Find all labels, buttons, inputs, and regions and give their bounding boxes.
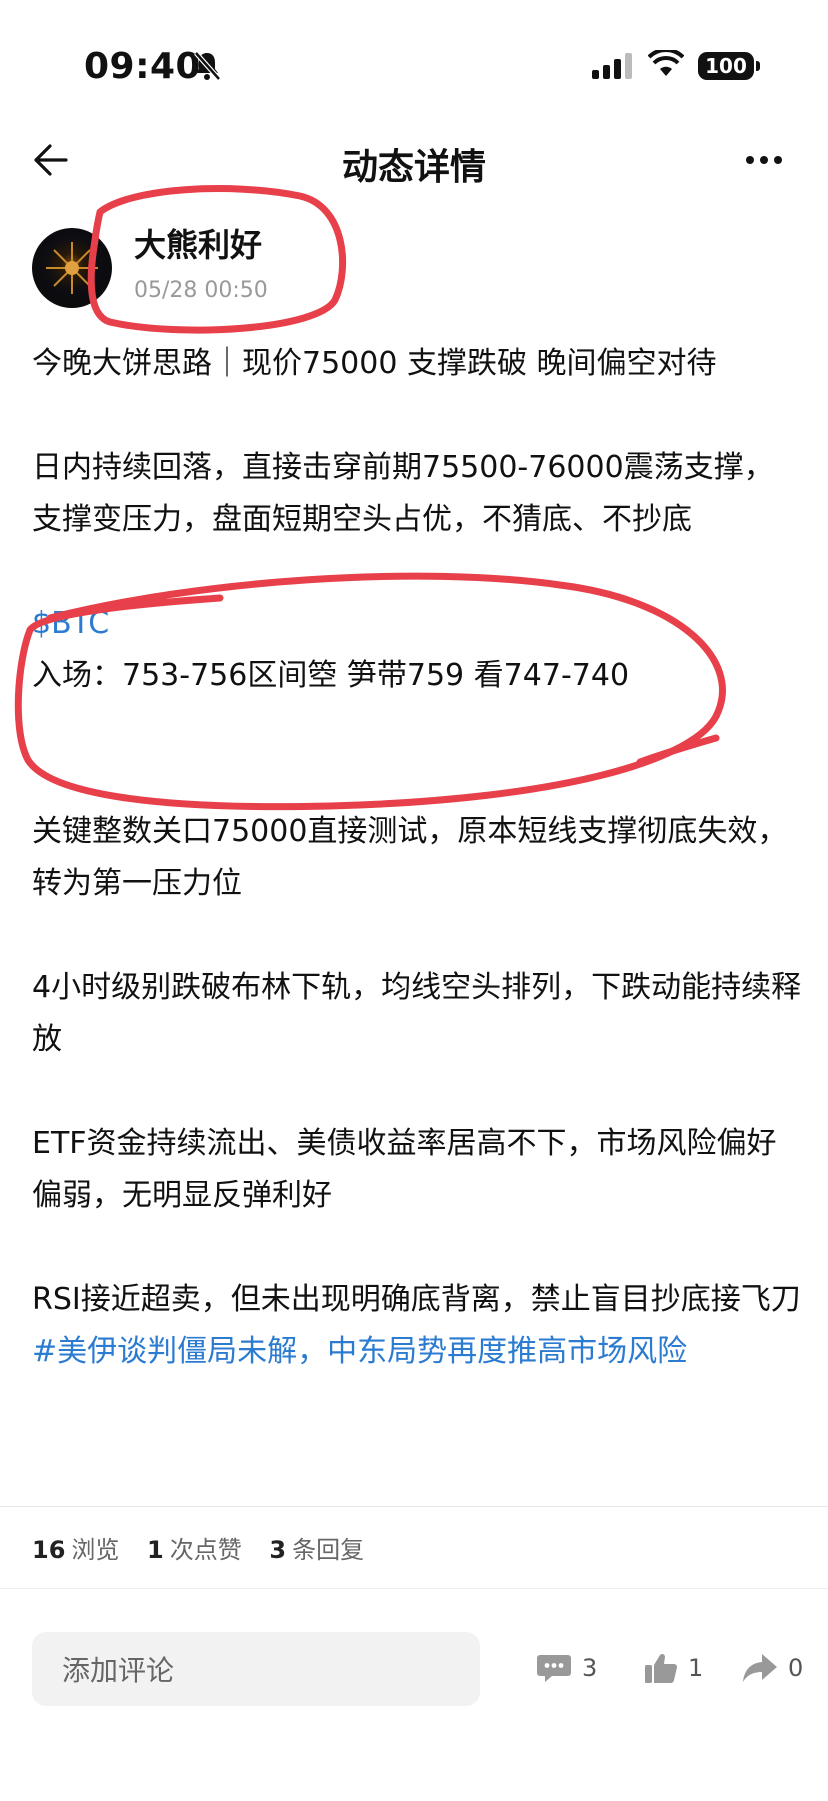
hashtag-link[interactable]: #美伊谈判僵局未解，中东局势再度推高市场风险 — [32, 1334, 687, 1369]
avatar[interactable] — [32, 228, 112, 308]
entry-text: 入场：753-756区间箜 笋带759 看747-740 — [32, 658, 630, 693]
like-button[interactable]: 1 — [644, 1652, 703, 1684]
comment-count: 3 — [582, 1654, 598, 1682]
replies-count: 3 — [269, 1536, 287, 1564]
comment-button[interactable]: 3 — [536, 1652, 597, 1684]
comment-placeholder: 添加评论 — [62, 1654, 175, 1687]
avatar-emblem-icon — [46, 242, 98, 294]
post-text: RSI接近超卖，但未出现明确底背离，禁止盲目抄底接飞刀 — [32, 1282, 801, 1317]
post-paragraph: 日内持续回落，直接击穿前期75500-76000震荡支撑，支撑变压力，盘面短期空… — [32, 450, 774, 537]
post-paragraph: RSI接近超卖，但未出现明确底背离，禁止盲目抄底接飞刀 #美伊谈判僵局未解，中东局… — [32, 1274, 802, 1378]
more-options-icon[interactable] — [744, 154, 784, 166]
views-label: 浏览 — [71, 1536, 120, 1564]
post-content: 今晚大饼思路｜现价75000 支撑跌破 晚间偏空对待 日内持续回落，直接击穿前期… — [32, 338, 802, 1378]
post-stats: 16 浏览 1 次点赞 3 条回复 — [32, 1530, 384, 1565]
bell-muted-icon — [194, 51, 221, 81]
signal-icon — [592, 53, 632, 79]
status-time: 09:40 — [84, 46, 202, 87]
post-paragraph: 关键整数关口75000直接测试，原本短线支撑彻底失效，转为第一压力位 — [32, 814, 788, 901]
views-count: 16 — [32, 1536, 66, 1564]
like-count: 1 — [688, 1654, 704, 1682]
author-name[interactable]: 大熊利好 — [134, 220, 262, 266]
replies-label: 条回复 — [292, 1536, 365, 1564]
likes-count: 1 — [147, 1536, 164, 1564]
post-paragraph: 今晚大饼思路｜现价75000 支撑跌破 晚间偏空对待 — [32, 346, 717, 381]
page-title: 动态详情 — [341, 147, 486, 188]
share-count: 0 — [788, 1654, 804, 1682]
share-arrow-icon — [743, 1654, 777, 1682]
battery-indicator: 100 — [698, 52, 760, 80]
comment-icon — [537, 1655, 571, 1682]
nav-bar: 动态详情 — [0, 120, 828, 200]
wifi-icon — [648, 50, 684, 76]
btc-tag-link[interactable]: $BTC — [32, 598, 802, 650]
likes-label: 次点赞 — [169, 1536, 242, 1564]
divider — [0, 1506, 828, 1507]
thumbs-up-icon — [645, 1653, 678, 1683]
post-date: 05/28 00:50 — [134, 278, 268, 303]
status-bar: 09:40 100 — [0, 0, 828, 130]
comment-input[interactable]: 添加评论 — [32, 1632, 480, 1706]
post-paragraph: 4小时级别跌破布林下轨，均线空头排列，下跌动能持续释放 — [32, 970, 802, 1057]
post-paragraph: ETF资金持续流出、美债收益率居高不下，市场风险偏好偏弱，无明显反弹利好 — [32, 1126, 777, 1213]
divider — [0, 1588, 828, 1589]
share-button[interactable]: 0 — [742, 1652, 803, 1684]
